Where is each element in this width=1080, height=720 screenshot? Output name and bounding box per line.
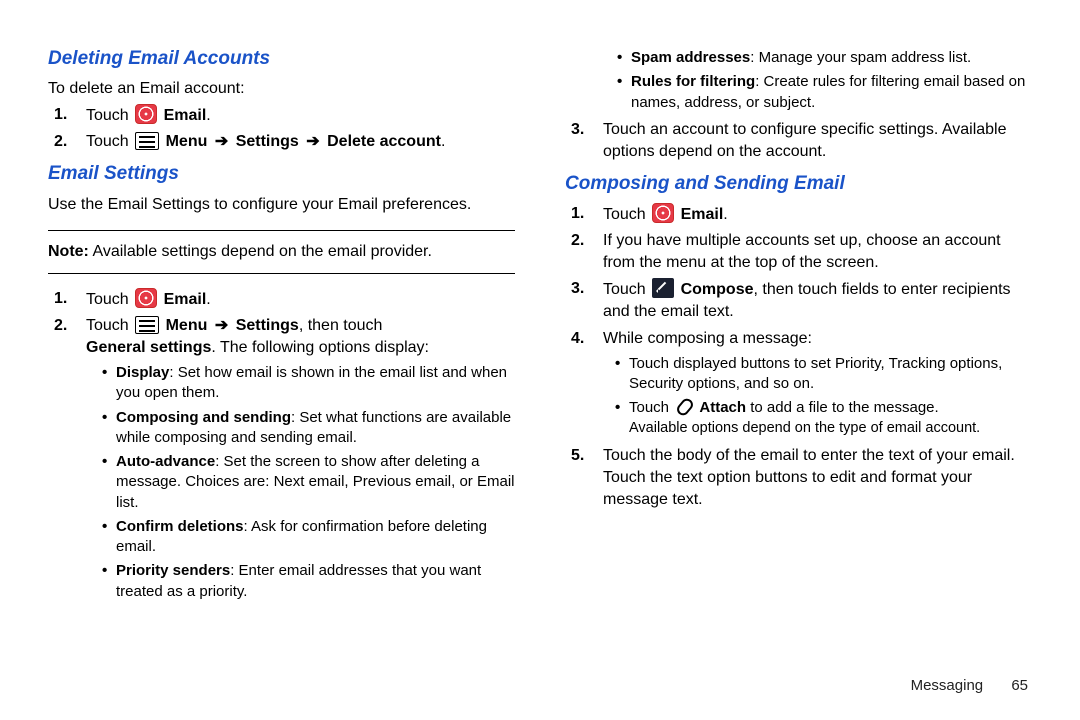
- option-priority-senders: Priority senders: Enter email addresses …: [116, 561, 515, 602]
- note-box: Note: Available settings depend on the e…: [48, 230, 515, 274]
- email-icon: [135, 288, 157, 308]
- steps-settings-cont: Touch an account to configure specific s…: [565, 119, 1032, 163]
- menu-icon: [135, 132, 159, 150]
- page-footer: Messaging 65: [911, 677, 1028, 694]
- option-rules: Rules for filtering: Create rules for fi…: [631, 72, 1032, 113]
- footer-section: Messaging: [911, 677, 984, 694]
- intro-settings: Use the Email Settings to configure your…: [48, 194, 515, 216]
- arrow-icon: ➔: [306, 133, 319, 150]
- option-display: Display: Set how email is shown in the e…: [116, 363, 515, 404]
- heading-email-settings: Email Settings: [48, 161, 515, 187]
- sub-priority: Touch displayed buttons to set Priority,…: [629, 354, 1032, 395]
- step-3: Touch an account to configure specific s…: [591, 119, 1032, 163]
- step-3: Touch Compose, then touch fields to ente…: [591, 278, 1032, 323]
- option-confirm-deletions: Confirm deletions: Ask for confirmation …: [116, 517, 515, 558]
- manual-page: Deleting Email Accounts To delete an Ema…: [0, 0, 1080, 720]
- step-2: If you have multiple accounts set up, ch…: [591, 230, 1032, 274]
- right-column: Spam addresses: Manage your spam address…: [565, 38, 1032, 700]
- step-2: Touch Menu ➔ Settings ➔ Delete account.: [74, 131, 515, 153]
- arrow-icon: ➔: [215, 317, 228, 334]
- attach-icon: [675, 398, 693, 416]
- steps-compose: Touch Email. If you have multiple accoun…: [565, 203, 1032, 511]
- step-1: Touch Email.: [591, 203, 1032, 226]
- heading-composing: Composing and Sending Email: [565, 171, 1032, 197]
- steps-settings: Touch Email. Touch Menu ➔ Settings, then…: [48, 288, 515, 602]
- email-icon: [135, 104, 157, 124]
- left-column: Deleting Email Accounts To delete an Ema…: [48, 38, 515, 700]
- option-spam: Spam addresses: Manage your spam address…: [631, 48, 1032, 68]
- general-options-cont: Spam addresses: Manage your spam address…: [565, 48, 1032, 113]
- email-icon: [652, 203, 674, 223]
- step-2: Touch Menu ➔ Settings, then touch Genera…: [74, 315, 515, 602]
- option-composing: Composing and sending: Set what function…: [116, 408, 515, 449]
- step-4: While composing a message: Touch display…: [591, 328, 1032, 439]
- step-1: Touch Email.: [74, 288, 515, 311]
- heading-deleting: Deleting Email Accounts: [48, 46, 515, 72]
- footer-page: 65: [1011, 677, 1028, 694]
- steps-delete: Touch Email. Touch Menu ➔ Settings ➔ Del…: [48, 104, 515, 153]
- step-5: Touch the body of the email to enter the…: [591, 445, 1032, 511]
- compose-sub: Touch displayed buttons to set Priority,…: [599, 354, 1032, 439]
- option-auto-advance: Auto-advance: Set the screen to show aft…: [116, 452, 515, 513]
- step-1: Touch Email.: [74, 104, 515, 127]
- general-options: Display: Set how email is shown in the e…: [86, 363, 515, 602]
- compose-icon: [652, 278, 674, 298]
- intro-delete: To delete an Email account:: [48, 78, 515, 100]
- menu-icon: [135, 316, 159, 334]
- sub-attach: Touch Attach to add a file to the messag…: [629, 398, 1032, 439]
- arrow-icon: ➔: [215, 133, 228, 150]
